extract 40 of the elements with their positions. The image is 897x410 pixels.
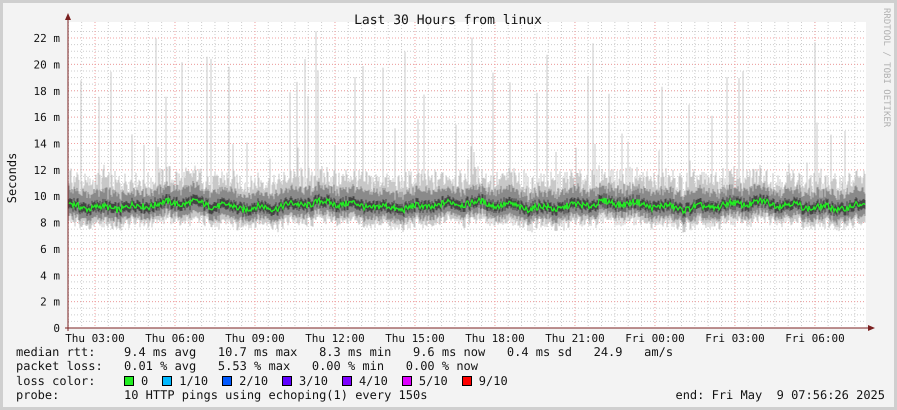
x-tick-label: Thu 09:00 [225, 332, 285, 345]
y-tick-label: 14 m [34, 137, 60, 150]
x-tick-label: Fri 06:00 [785, 332, 845, 345]
loss-color-label: 3/10 [299, 374, 328, 388]
legend-label: packet loss: [16, 359, 104, 374]
x-tick-label: Thu 12:00 [305, 332, 365, 345]
x-tick-label: Thu 21:00 [545, 332, 605, 345]
legend-label: median rtt: [16, 345, 96, 360]
y-tick-label: 18 m [34, 84, 60, 98]
median-rtt-values: 9.4 ms avg 10.7 ms max 8.3 ms min 9.6 ms now 0.4 ms sd 24.9 am/s [124, 345, 674, 360]
y-tick-label: 4 m [40, 269, 60, 282]
y-tick-label: 22 m [34, 32, 60, 46]
y-tick-label: 10 m [34, 190, 60, 204]
y-tick-label: 0 [53, 322, 60, 335]
loss-color-label: 9/10 [478, 374, 508, 388]
x-tick-label: Thu 06:00 [145, 332, 205, 345]
y-axis-label: Seconds [5, 152, 19, 204]
y-tick-label: 20 m [34, 58, 60, 72]
end-time: end: Fri May 9 07:56:26 2025 [675, 388, 885, 402]
y-tick-label: 2 m [40, 296, 60, 309]
chart-title: Last 30 Hours from linux [354, 13, 542, 28]
loss-color-label: 4/10 [358, 374, 388, 388]
packet-loss-values: 0.01 % avg 5.53 % max 0.00 % min 0.00 % now [124, 359, 478, 374]
y-tick-label: 12 m [34, 164, 60, 177]
y-tick-label: 6 m [40, 242, 60, 256]
loss-color-label: 5/10 [418, 374, 448, 388]
x-tick-label: Thu 18:00 [465, 332, 525, 345]
loss-color-label: 0 [141, 374, 148, 388]
probe-description: 10 HTTP pings using echoping(1) every 150s [124, 388, 428, 402]
legend-label: probe: [16, 388, 60, 402]
legend-label: loss color: [16, 374, 96, 388]
x-tick-label: Thu 15:00 [385, 332, 445, 345]
loss-color-label: 2/10 [239, 374, 268, 388]
y-tick-label: 8 m [40, 216, 60, 230]
credit-text: RRDTOOL / TOBI OETIKER [881, 8, 891, 128]
loss-color-label: 1/10 [179, 374, 208, 388]
x-tick-label: Fri 00:00 [625, 332, 685, 345]
x-tick-label: Fri 03:00 [705, 332, 765, 345]
y-tick-label: 16 m [34, 111, 60, 124]
x-tick-label: Thu 03:00 [65, 332, 125, 345]
